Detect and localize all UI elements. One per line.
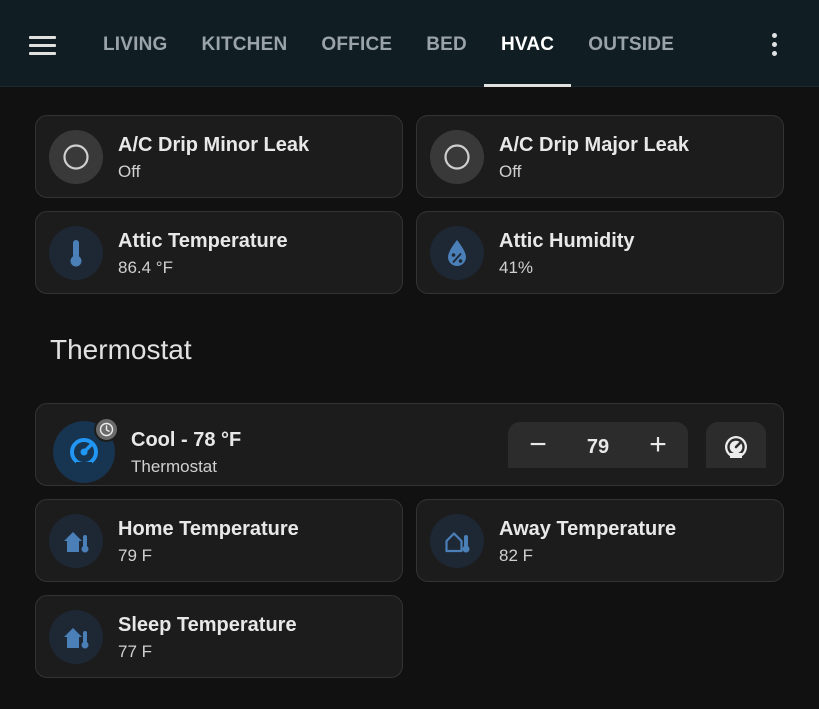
tile-away-temperature[interactable]: Away Temperature 82 F [416,499,784,582]
home-thermometer-outline-icon [430,514,484,568]
tile-home-temperature[interactable]: Home Temperature 79 F [35,499,403,582]
tile-state: Off [118,162,141,181]
tile-state: 41% [499,258,534,277]
tile-ac-drip-minor-leak[interactable]: A/C Drip Minor Leak Off [35,115,403,198]
increase-temperature-button[interactable]: + [643,430,673,460]
thermostat-name: Thermostat [131,457,217,476]
tile-state: Off [499,162,522,181]
tab-bed[interactable]: BED [409,0,484,87]
tile-name: Home Temperature [118,518,299,540]
tile-state: 82 F [499,546,534,565]
tile-name: Attic Humidity [499,230,635,252]
tile-name: Away Temperature [499,518,677,540]
tile-state: 77 F [118,642,153,661]
hamburger-menu-icon-line [29,52,56,55]
section-heading-thermostat: Thermostat [50,334,192,365]
tab-outside[interactable]: OUTSIDE [571,0,691,87]
tile-state: 79 F [118,546,153,565]
tile-ac-drip-major-leak[interactable]: A/C Drip Major Leak Off [416,115,784,198]
tab-hvac[interactable]: HVAC [483,0,572,87]
tile-name: Attic Temperature [118,230,288,252]
tile-attic-humidity[interactable]: Attic Humidity 41% [416,211,784,294]
circle-outline-icon [430,130,484,184]
tile-name: A/C Drip Major Leak [499,134,690,156]
decrease-temperature-button[interactable]: − [523,430,553,460]
thermostat-state: Cool - 78 °F [131,429,242,451]
dots-vertical-icon-dot [772,42,777,47]
target-temperature-value: 79 [586,436,610,458]
thermostat-mode-icon [725,436,747,458]
tab-living[interactable]: LIVING [86,0,185,87]
target-temperature-stepper: − 79 + [508,422,688,468]
water-percent-icon [430,226,484,280]
tile-attic-temperature[interactable]: Attic Temperature 86.4 °F [35,211,403,294]
overflow-menu-button[interactable] [761,30,789,60]
thermostat-card: Cool - 78 °F Thermostat − 79 + [35,403,784,486]
tile-name: Sleep Temperature [118,614,297,636]
dots-vertical-icon [772,33,777,38]
tab-office[interactable]: OFFICE [304,0,409,87]
menu-button[interactable] [26,30,60,60]
dots-vertical-icon-dot [772,51,777,56]
clock-icon [94,417,119,442]
tile-sleep-temperature[interactable]: Sleep Temperature 77 F [35,595,403,678]
tab-kitchen[interactable]: KITCHEN [185,0,305,87]
tile-name: A/C Drip Minor Leak [118,134,310,156]
circle-outline-icon [49,130,103,184]
hvac-mode-button[interactable] [706,422,766,468]
tile-state: 86.4 °F [118,258,173,277]
view-tabs: LIVING KITCHEN OFFICE BED HVAC OUTSIDE [86,0,691,87]
hamburger-menu-icon [29,36,56,39]
thermometer-icon [49,226,103,280]
top-app-bar: LIVING KITCHEN OFFICE BED HVAC OUTSIDE [0,0,819,87]
home-thermometer-icon [49,514,103,568]
home-thermometer-icon [49,610,103,664]
hamburger-menu-icon-line [29,44,56,47]
